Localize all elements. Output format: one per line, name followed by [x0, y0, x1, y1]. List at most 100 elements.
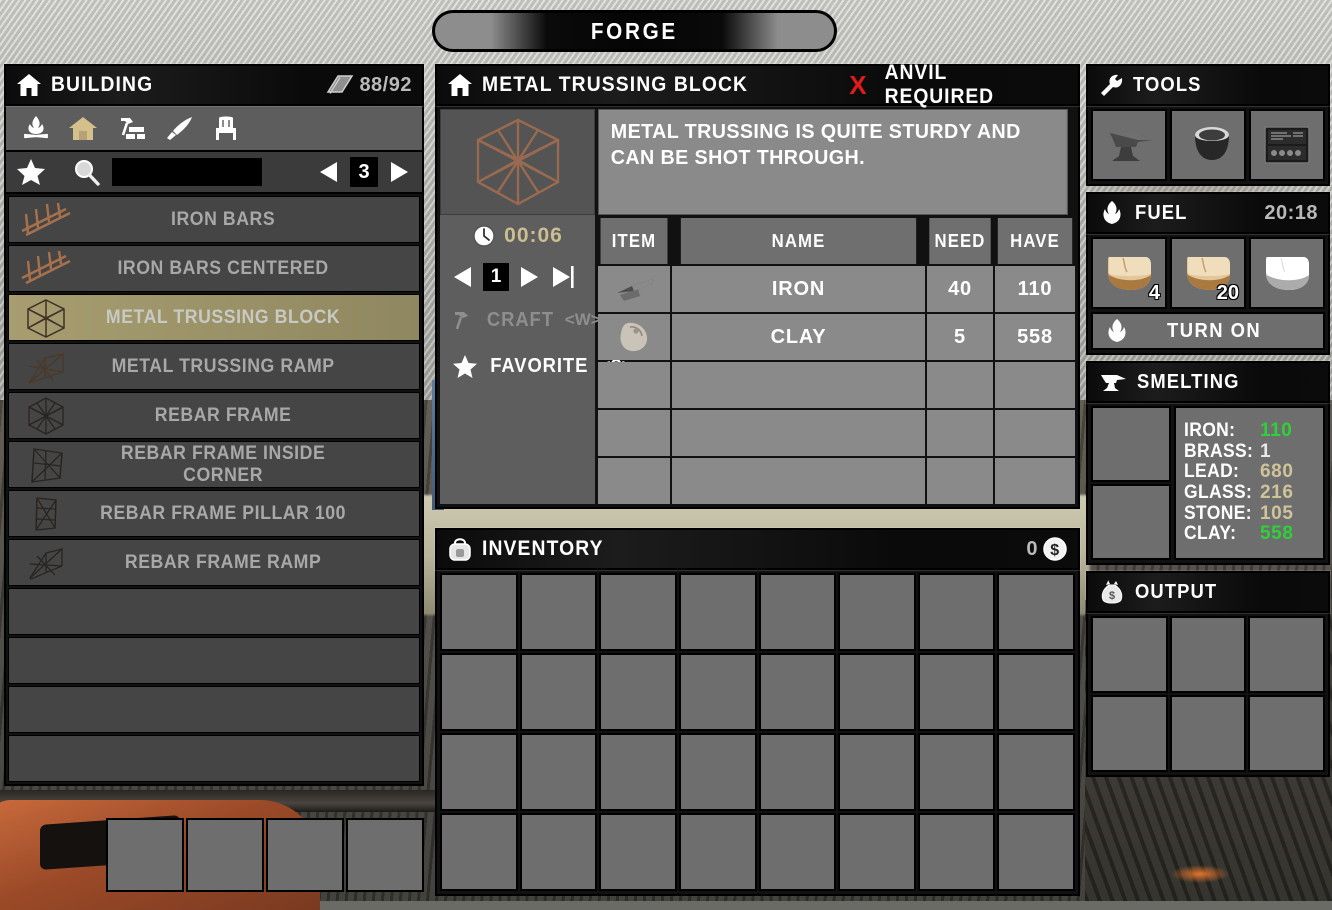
recipe-row-rebar-frame-inside-corner[interactable]: REBAR FRAME INSIDE CORNER [8, 441, 420, 488]
toolbelt-slot[interactable] [346, 818, 424, 892]
inventory-slot[interactable] [997, 653, 1075, 731]
inventory-slot[interactable] [838, 653, 916, 731]
smelting-slot[interactable] [1091, 484, 1171, 560]
campfire-icon[interactable] [22, 115, 50, 141]
inventory-slot[interactable] [758, 653, 837, 731]
inventory-slot[interactable] [599, 653, 677, 731]
fuel-slot-unavailable[interactable] [1249, 237, 1325, 309]
inventory-slot[interactable] [997, 573, 1075, 651]
inventory-slot[interactable] [599, 813, 677, 891]
inventory-slot[interactable] [917, 573, 996, 651]
inventory-slot[interactable] [758, 733, 837, 811]
house-icon [447, 73, 473, 97]
triangle-left-icon[interactable] [316, 159, 342, 185]
inventory-slot[interactable] [440, 573, 518, 651]
inventory-slot[interactable] [440, 653, 518, 731]
toolbelt-slot[interactable] [266, 818, 344, 892]
output-slot[interactable] [1169, 616, 1247, 693]
house-icon [16, 73, 42, 97]
inventory-slot[interactable] [997, 813, 1075, 891]
inventory-slot[interactable] [917, 653, 996, 731]
inventory-slot[interactable] [678, 573, 757, 651]
ingredient-have: 110 [995, 266, 1075, 312]
recipe-row-rebar-frame-pillar-100[interactable]: REBAR FRAME PILLAR 100 [8, 490, 420, 537]
inventory-slot[interactable] [519, 573, 598, 651]
inventory-slot[interactable] [678, 813, 757, 891]
window-title-bar: FORGE [432, 10, 837, 52]
fuel-slot[interactable]: 20 [1170, 237, 1246, 309]
stat-label: IRON: [1184, 419, 1236, 441]
clock-icon [472, 224, 496, 248]
star-icon[interactable] [16, 158, 46, 186]
knife-icon[interactable] [164, 115, 194, 141]
inventory-slot[interactable] [519, 653, 598, 731]
recipe-row-rebar-frame-ramp[interactable]: REBAR FRAME RAMP [8, 539, 420, 586]
recipe-label: IRON BARS [171, 208, 276, 230]
triangle-right-icon[interactable] [516, 264, 542, 290]
inventory-slot[interactable] [997, 733, 1075, 811]
tools-panel: TOOLS [1086, 64, 1330, 186]
fuel-panel: FUEL 20:18 4 20 TURN ON [1086, 192, 1330, 355]
recipe-row-metal-trussing-ramp[interactable]: METAL TRUSSING RAMP [8, 343, 420, 390]
ingredient-need: 5 [927, 314, 993, 360]
inventory-slot[interactable] [678, 653, 757, 731]
inventory-slot[interactable] [838, 733, 916, 811]
chair-icon[interactable] [212, 115, 240, 141]
inventory-slot[interactable] [599, 573, 677, 651]
inventory-slot[interactable] [440, 813, 518, 891]
output-slot[interactable] [1169, 695, 1247, 772]
recipe-description: METAL TRUSSING IS QUITE STURDY AND CAN B… [598, 109, 1068, 215]
smelting-stat-stone: STONE: 105 [1184, 503, 1315, 525]
inventory-slot[interactable] [838, 813, 916, 891]
smelting-header: SMELTING [1086, 361, 1330, 403]
triangle-left-icon[interactable] [450, 264, 476, 290]
inventory-slot[interactable] [917, 813, 996, 891]
forge-side-panels: TOOLS FUEL 20:18 4 20 TURN ON SMELTING I… [1086, 64, 1330, 777]
tool-slot-crucible[interactable] [1170, 109, 1246, 181]
craft-label: CRAFT [486, 308, 554, 331]
search-icon[interactable] [72, 158, 100, 186]
output-slot[interactable] [1248, 695, 1325, 772]
output-slot[interactable] [1091, 616, 1168, 693]
inventory-slot[interactable] [440, 733, 518, 811]
inventory-slot[interactable] [519, 813, 598, 891]
ingredient-have: 558 [995, 314, 1075, 360]
recipe-info: METAL TRUSSING IS QUITE STURDY AND CAN B… [598, 109, 1075, 504]
output-slot[interactable] [1248, 616, 1325, 693]
recipe-row-metal-trussing-block[interactable]: METAL TRUSSING BLOCK [8, 294, 420, 341]
inventory-slot[interactable] [758, 573, 837, 651]
turn-on-button[interactable]: TURN ON [1091, 312, 1325, 350]
inventory-slot[interactable] [678, 733, 757, 811]
inventory-slot[interactable] [519, 733, 598, 811]
recipe-detail-header: METAL TRUSSING BLOCK X ANVIL REQUIRED [435, 61, 1080, 109]
triangle-right-bar-icon[interactable] [549, 264, 577, 290]
recipe-row-rebar-frame[interactable]: REBAR FRAME [8, 392, 420, 439]
inventory-slot[interactable] [599, 733, 677, 811]
toolbelt-slot[interactable] [106, 818, 184, 892]
recipe-row-iron-bars[interactable]: IRON BARS [8, 196, 420, 243]
inventory-slot[interactable] [917, 733, 996, 811]
fuel-body: 4 20 TURN ON [1086, 234, 1330, 355]
toolbelt-slot[interactable] [186, 818, 264, 892]
fuel-slot[interactable]: 4 [1091, 237, 1167, 309]
fuel-time: 20:18 [1264, 201, 1318, 224]
house-icon[interactable] [68, 115, 98, 141]
requirement-text: ANVIL REQUIRED [884, 61, 994, 108]
triangle-right-icon[interactable] [386, 159, 412, 185]
craft-button[interactable]: CRAFT <W> [440, 297, 601, 343]
inventory-slot[interactable] [758, 813, 837, 891]
tool-slot-tool-kit[interactable] [1249, 109, 1325, 181]
search-input[interactable] [112, 158, 262, 186]
inventory-slot[interactable] [838, 573, 916, 651]
money-display: 0 $ [1026, 536, 1068, 562]
recipe-label: REBAR FRAME [154, 404, 292, 426]
table-row: CLAY 5 558 [598, 314, 1075, 360]
requirement-badge: X ANVIL REQUIRED [849, 61, 1068, 109]
favorite-button[interactable]: FAVORITE <S> [440, 343, 632, 389]
tool-slot-anvil[interactable] [1091, 109, 1167, 181]
fuel-title: FUEL [1135, 201, 1188, 224]
hammer-bricks-icon[interactable] [116, 115, 146, 141]
recipe-row-iron-bars-centered[interactable]: IRON BARS CENTERED [8, 245, 420, 292]
output-slot[interactable] [1091, 695, 1168, 772]
smelting-slot[interactable] [1091, 406, 1171, 482]
